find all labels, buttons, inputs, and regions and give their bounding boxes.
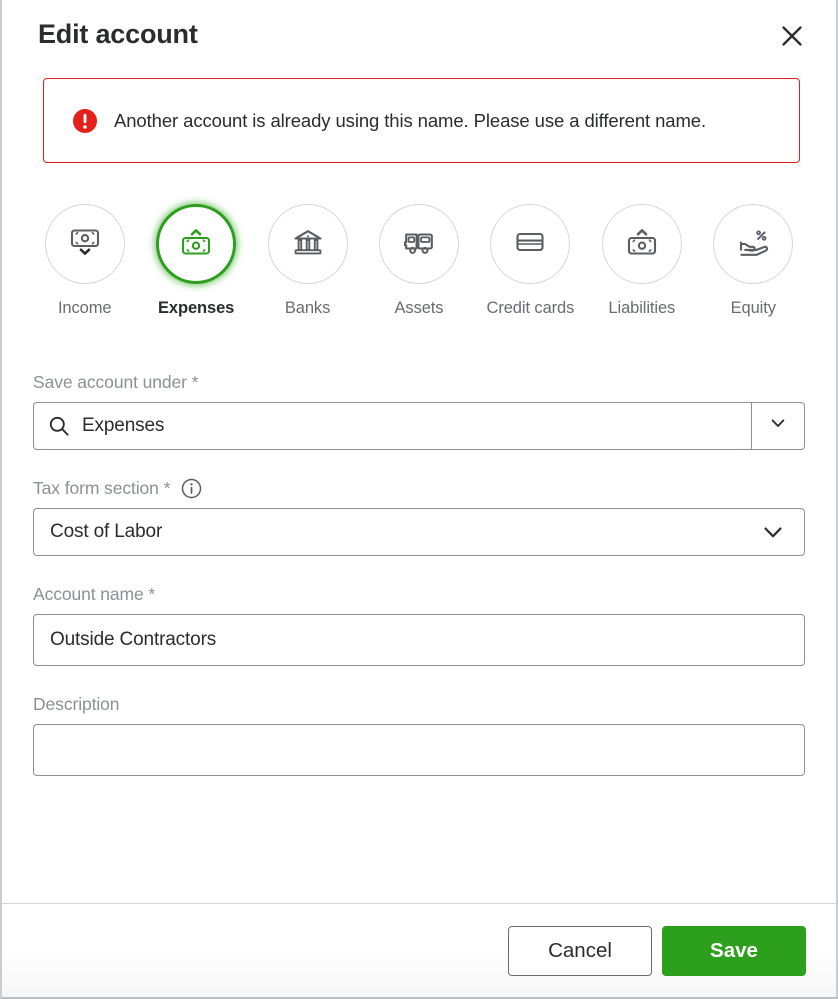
- chevron-down-icon[interactable]: [760, 519, 786, 545]
- banknote-up-icon: [623, 223, 661, 266]
- save-account-under-label: Save account under *: [33, 372, 805, 393]
- account-name-label: Account name *: [33, 584, 805, 605]
- error-exclamation-icon: [72, 108, 98, 134]
- error-message: Another account is already using this na…: [114, 109, 707, 131]
- description-input[interactable]: [33, 723, 805, 776]
- search-icon: [48, 415, 70, 437]
- category-credit-cards-circle: [490, 204, 571, 284]
- category-assets-circle: [378, 204, 459, 284]
- field-description: Description: [33, 694, 805, 776]
- tax-form-section-value: Cost of Labor: [50, 520, 163, 542]
- save-account-under-dropdown-toggle[interactable]: [751, 402, 804, 449]
- close-button[interactable]: [774, 18, 810, 54]
- info-circle-icon[interactable]: [181, 478, 202, 499]
- hand-percent-icon: [734, 223, 772, 266]
- category-expenses-circle: [156, 204, 237, 284]
- error-banner: Another account is already using this na…: [43, 78, 800, 163]
- credit-card-icon: [511, 223, 549, 266]
- bank-building-icon: [289, 223, 327, 266]
- category-equity[interactable]: Equity: [698, 204, 809, 319]
- tax-form-section-label-text: Tax form section *: [33, 477, 171, 498]
- category-income[interactable]: Income: [29, 204, 140, 319]
- account-form: Save account under * Expenses Tax form s…: [2, 372, 836, 903]
- chevron-down-icon: [768, 413, 788, 438]
- category-equity-circle: [713, 204, 794, 284]
- tax-form-section-select[interactable]: Cost of Labor: [33, 507, 805, 556]
- account-type-selector: Income Expenses Banks Assets Credit card…: [29, 204, 809, 319]
- delivery-truck-icon: [400, 223, 438, 266]
- category-banks-label: Banks: [284, 299, 331, 317]
- category-liabilities[interactable]: Liabilities: [586, 204, 697, 319]
- description-label-text: Description: [33, 693, 120, 714]
- category-assets[interactable]: Assets: [363, 204, 474, 319]
- banknote-down-icon: [66, 223, 104, 266]
- account-name-value[interactable]: Outside Contractors: [50, 629, 804, 651]
- dialog-footer: Cancel Save: [2, 903, 836, 997]
- category-income-label: Income: [57, 299, 112, 317]
- account-name-input[interactable]: Outside Contractors: [33, 613, 805, 666]
- edit-account-dialog: Edit account Another account is already …: [0, 0, 838, 999]
- cancel-button[interactable]: Cancel: [508, 925, 652, 976]
- save-account-under-label-text: Save account under *: [33, 371, 199, 392]
- tax-form-section-label: Tax form section *: [33, 478, 805, 499]
- category-credit-cards-label: Credit cards: [486, 299, 575, 317]
- field-save-account-under: Save account under * Expenses: [33, 372, 805, 450]
- dialog-header: Edit account: [2, 0, 836, 78]
- category-assets-label: Assets: [394, 299, 444, 317]
- banknote-up-icon: [177, 223, 215, 266]
- save-button[interactable]: Save: [662, 925, 806, 976]
- category-credit-cards[interactable]: Credit cards: [475, 204, 586, 319]
- category-liabilities-label: Liabilities: [608, 299, 676, 317]
- save-account-under-value[interactable]: Expenses: [82, 415, 751, 437]
- category-income-circle: [44, 204, 125, 284]
- close-icon: [781, 25, 803, 47]
- category-expenses-label: Expenses: [158, 299, 235, 317]
- field-account-name: Account name * Outside Contractors: [33, 584, 805, 666]
- account-name-label-text: Account name *: [33, 583, 156, 604]
- category-equity-label: Equity: [730, 299, 776, 317]
- category-banks[interactable]: Banks: [252, 204, 363, 319]
- category-banks-circle: [267, 204, 348, 284]
- save-account-under-combobox[interactable]: Expenses: [33, 401, 805, 450]
- category-expenses[interactable]: Expenses: [140, 204, 251, 319]
- page-title: Edit account: [38, 19, 198, 49]
- category-liabilities-circle: [601, 204, 682, 284]
- field-tax-form-section: Tax form section * Cost of Labor: [33, 478, 805, 556]
- description-label: Description: [33, 694, 805, 715]
